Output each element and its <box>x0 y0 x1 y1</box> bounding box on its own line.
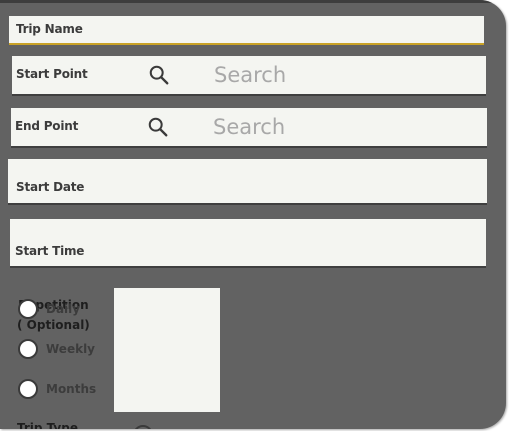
end-point-field[interactable]: End Point <box>11 108 487 146</box>
start-date-field[interactable]: Start Date <box>8 159 487 203</box>
top-edge <box>0 0 506 3</box>
repetition-radio-group <box>114 288 220 412</box>
radio-option-months[interactable]: Months <box>18 376 96 402</box>
radio-label-months: Months <box>46 382 97 396</box>
trip-name-label: Trip Name <box>16 22 83 36</box>
start-time-label: Start Time <box>15 244 85 258</box>
start-point-search-input[interactable] <box>214 60 454 90</box>
start-point-label: Start Point <box>16 67 88 81</box>
start-time-field[interactable]: Start Time <box>10 219 486 266</box>
end-point-search-input[interactable] <box>213 112 453 142</box>
radio-button[interactable] <box>18 299 38 319</box>
end-point-label: End Point <box>15 119 79 133</box>
radio-label-daily: Daily <box>46 302 81 316</box>
search-icon[interactable] <box>148 64 170 86</box>
start-point-field[interactable]: Start Point <box>12 56 486 94</box>
trip-form-screen: Trip Name Start Point End Point Start Da… <box>0 0 506 429</box>
radio-option-weekly[interactable]: Weekly <box>18 336 95 362</box>
radio-label-weekly: Weekly <box>46 342 96 356</box>
radio-option-daily[interactable]: Daily <box>18 296 80 322</box>
radio-button[interactable] <box>18 379 38 399</box>
search-icon[interactable] <box>147 116 169 138</box>
radio-button[interactable] <box>18 339 38 359</box>
trip-type-radio-button[interactable] <box>133 425 153 429</box>
trip-type-label: Trip Type <box>17 421 78 429</box>
trip-name-field[interactable]: Trip Name <box>9 16 484 45</box>
start-date-label: Start Date <box>16 180 85 194</box>
